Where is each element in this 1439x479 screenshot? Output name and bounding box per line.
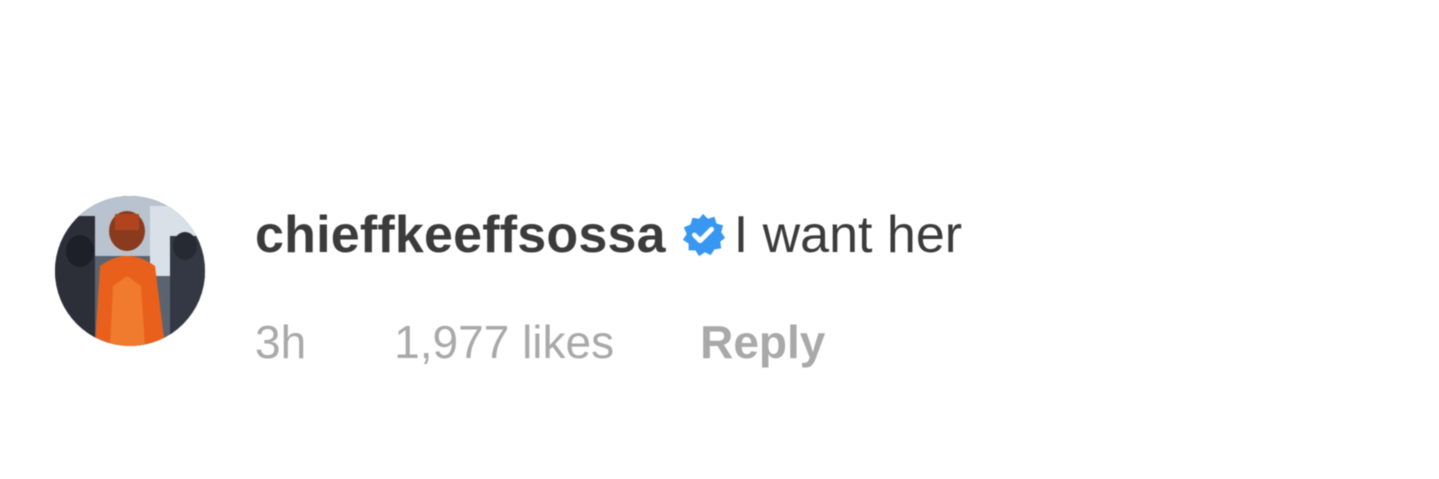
avatar[interactable] [55,196,205,346]
comment-screenshot: chieffkeeffsossa I want her 3h 1,977 lik… [0,0,1439,479]
timestamp[interactable]: 3h [255,315,306,369]
comment-text: I want her [733,206,963,264]
likes-count-link[interactable]: 1,977 likes [394,315,614,369]
reply-button[interactable]: Reply [700,315,825,369]
avatar-photo [55,196,205,346]
comment-item: chieffkeeffsossa I want her 3h 1,977 lik… [55,196,1255,368]
comment-header: chieffkeeffsossa I want her [255,200,962,270]
verified-badge-icon [680,212,726,258]
comment-meta: 3h 1,977 likes Reply [255,314,825,370]
username-link[interactable]: chieffkeeffsossa [255,205,666,265]
